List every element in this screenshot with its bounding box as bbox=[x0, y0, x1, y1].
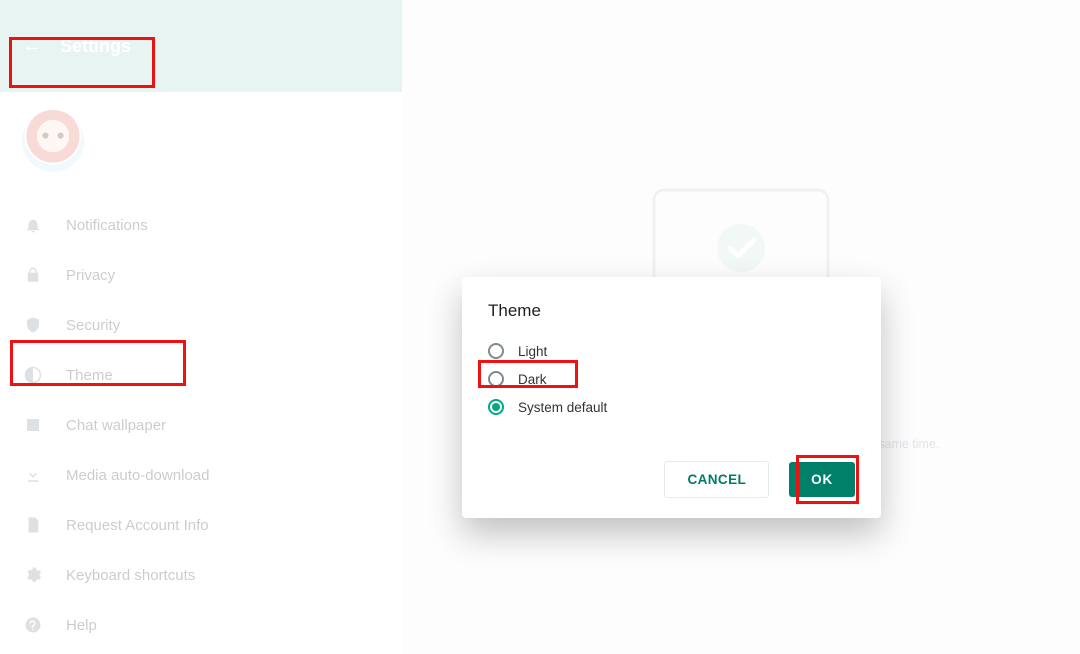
theme-option-dark[interactable]: Dark bbox=[488, 365, 855, 393]
cancel-button[interactable]: CANCEL bbox=[664, 461, 769, 498]
option-label: Light bbox=[518, 344, 547, 359]
theme-modal: Theme Light Dark System default CANCEL O… bbox=[462, 277, 881, 518]
modal-title: Theme bbox=[488, 301, 855, 321]
radio-icon bbox=[488, 343, 504, 359]
theme-option-light[interactable]: Light bbox=[488, 337, 855, 365]
radio-icon bbox=[488, 399, 504, 415]
option-label: System default bbox=[518, 400, 607, 415]
ok-button[interactable]: OK bbox=[789, 462, 855, 497]
radio-icon bbox=[488, 371, 504, 387]
theme-option-system-default[interactable]: System default bbox=[488, 393, 855, 421]
option-label: Dark bbox=[518, 372, 547, 387]
